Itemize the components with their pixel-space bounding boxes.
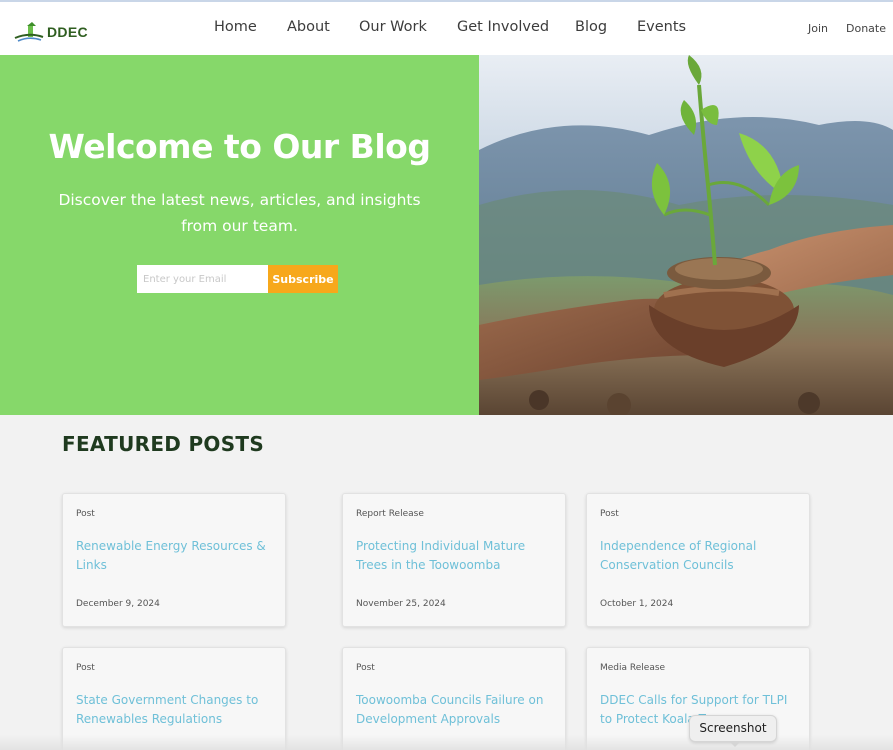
hero-subtitle: Discover the latest news, articles, and … bbox=[58, 191, 421, 235]
post-date: December 9, 2024 bbox=[76, 599, 160, 609]
site-header: DDEC Home About Our Work Get Involved Bl… bbox=[0, 2, 893, 55]
post-category: Post bbox=[76, 509, 95, 519]
post-card[interactable]: Post Renewable Energy Resources & Links … bbox=[62, 493, 286, 627]
screenshot-tooltip: Screenshot bbox=[689, 715, 777, 742]
post-category: Report Release bbox=[356, 509, 424, 519]
donate-link[interactable]: Donate bbox=[846, 22, 886, 35]
post-title-link[interactable]: Independence of Regional Conservation Co… bbox=[600, 537, 796, 574]
hero-panel: Welcome to Our Blog Discover the latest … bbox=[0, 55, 479, 415]
nav-home[interactable]: Home bbox=[214, 19, 257, 35]
post-title-link[interactable]: Toowoomba Councils Failure on Developmen… bbox=[356, 691, 552, 728]
post-card[interactable]: Post Independence of Regional Conservati… bbox=[586, 493, 810, 627]
post-date: November 25, 2024 bbox=[356, 599, 446, 609]
post-card[interactable]: Report Release Protecting Individual Mat… bbox=[342, 493, 566, 627]
post-title-link[interactable]: Protecting Individual Mature Trees in th… bbox=[356, 537, 552, 574]
seedling-in-hands-image bbox=[479, 55, 893, 415]
post-date: October 1, 2024 bbox=[600, 599, 674, 609]
join-link[interactable]: Join bbox=[808, 22, 828, 35]
post-title-link[interactable]: State Government Changes to Renewables R… bbox=[76, 691, 272, 728]
nav-about[interactable]: About bbox=[287, 19, 330, 35]
hero-title: Welcome to Our Blog bbox=[48, 127, 431, 166]
logo[interactable]: DDEC bbox=[14, 20, 88, 44]
logo-text: DDEC bbox=[47, 24, 88, 40]
tooltip-arrow bbox=[729, 741, 741, 747]
post-category: Post bbox=[356, 663, 375, 673]
post-title-link[interactable]: Renewable Energy Resources & Links bbox=[76, 537, 272, 574]
nav-blog[interactable]: Blog bbox=[575, 19, 607, 35]
logo-icon bbox=[14, 22, 44, 42]
subscribe-button[interactable]: Subscribe bbox=[268, 265, 338, 293]
email-input[interactable] bbox=[137, 265, 268, 293]
post-category: Post bbox=[76, 663, 95, 673]
post-category: Post bbox=[600, 509, 619, 519]
post-category: Media Release bbox=[600, 663, 666, 673]
nav-events[interactable]: Events bbox=[637, 19, 686, 35]
featured-posts-heading: FEATURED POSTS bbox=[62, 432, 265, 456]
hero-image bbox=[479, 55, 893, 415]
nav-get-involved[interactable]: Get Involved bbox=[457, 19, 549, 35]
nav-our-work[interactable]: Our Work bbox=[359, 19, 427, 35]
